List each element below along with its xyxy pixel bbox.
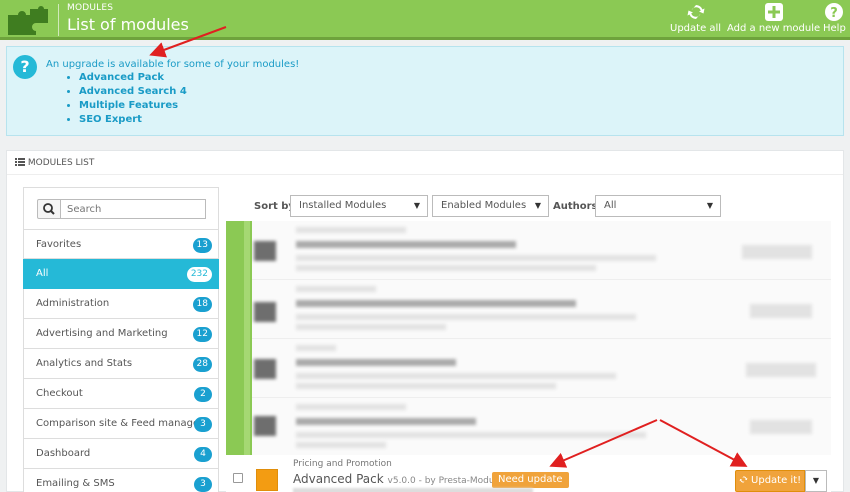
add-new-module-label: Add a new module [727,23,821,34]
upgrade-module-link[interactable]: Advanced Search 4 [79,85,187,99]
sort-by-label: Sort by [254,201,295,212]
category-label: Administration [36,298,110,309]
module-name: Advanced Pack v5.0.0 - by Presta-Module [293,472,503,486]
update-all-button[interactable]: Update all [670,2,721,34]
category-count-badge: 4 [194,447,212,462]
puzzle-icon [8,6,48,35]
category-label: Favorites [36,239,82,250]
update-all-label: Update all [670,23,722,34]
search-box [23,187,219,229]
module-row-obscured[interactable] [252,280,831,339]
authors-select[interactable]: All ▼ [595,195,721,217]
help-label: Help [823,23,846,34]
category-dashboard[interactable]: Dashboard 4 [23,439,219,469]
help-icon: ? [825,3,844,21]
sort-select[interactable]: Installed Modules ▼ [290,195,428,217]
module-row-advanced-pack: Pricing and Promotion Advanced Pack v5.0… [226,455,831,492]
module-row-obscured[interactable] [252,398,831,457]
modules-list-panel: MODULES LIST Favorites 13 All 232 Admini… [6,150,844,492]
page-header: MODULES List of modules Update all Add a… [0,0,850,40]
category-count-badge: 3 [194,477,212,492]
upgrade-module-link[interactable]: Advanced Pack [79,71,187,85]
category-administration[interactable]: Administration 18 [23,289,219,319]
enabled-indicator-bar [244,221,250,455]
upgrade-module-link[interactable]: SEO Expert [79,113,187,127]
category-analytics-stats[interactable]: Analytics and Stats 28 [23,349,219,379]
search-button[interactable] [37,199,61,219]
category-emailing-sms[interactable]: Emailing & SMS 3 [23,469,219,492]
category-count-badge: 13 [192,238,212,253]
category-count-badge: 12 [192,327,212,342]
update-it-label: Update it! [751,475,802,486]
plus-square-icon [764,3,783,21]
category-count-badge: 18 [192,297,212,312]
search-icon [43,203,55,215]
upgrade-module-link[interactable]: Multiple Features [79,99,187,113]
refresh-icon [739,476,748,483]
module-description-obscured [293,488,533,492]
authors-select-value: All [604,200,617,211]
need-update-badge: Need update [492,472,569,488]
category-label: Emailing & SMS [36,478,115,489]
category-count-badge: 28 [192,357,212,372]
category-count-badge: 2 [194,387,212,402]
category-favorites[interactable]: Favorites 13 [23,229,219,259]
page-title: List of modules [67,15,189,34]
category-label: Analytics and Stats [36,358,133,369]
caret-down-icon: ▼ [413,201,420,210]
category-checkout[interactable]: Checkout 2 [23,379,219,409]
add-new-module-button[interactable]: Add a new module [727,2,820,34]
status-select-value: Enabled Modules [441,200,527,211]
module-category: Pricing and Promotion [293,459,392,469]
category-label: Advertising and Marketing [36,328,168,339]
help-button[interactable]: ? Help [823,2,846,34]
update-it-button[interactable]: Update it! [735,470,805,492]
module-version: v5.0.0 - by Presta-Module [387,476,503,486]
panel-heading: MODULES LIST [7,151,843,175]
category-label: Dashboard [36,448,91,459]
module-row-obscured[interactable] [252,339,831,398]
caret-down-icon: ▼ [534,201,541,210]
upgrade-message: An upgrade is available for some of your… [46,59,300,70]
category-comparison-feed[interactable]: Comparison site & Feed manage... 3 [23,409,219,439]
module-checkbox[interactable] [233,473,243,483]
caret-down-icon: ▼ [706,201,713,210]
panel-title: MODULES LIST [15,158,94,168]
category-label: Comparison site & Feed manage... [36,418,209,429]
sort-select-value: Installed Modules [299,200,387,211]
upgrade-module-list: Advanced Pack Advanced Search 4 Multiple… [79,71,187,127]
svg-text:?: ? [831,6,839,21]
module-name-text: Advanced Pack [293,472,384,486]
category-label: All [36,268,49,279]
authors-label: Authors [553,201,598,212]
update-dropdown-toggle[interactable]: ▼ [805,470,827,492]
module-list: Pricing and Promotion Advanced Pack v5.0… [226,221,831,492]
panel-title-text: MODULES LIST [27,158,95,168]
category-label: Checkout [36,388,83,399]
refresh-icon [687,5,705,19]
header-divider [58,4,59,36]
module-row-obscured[interactable] [252,221,831,280]
status-select[interactable]: Enabled Modules ▼ [432,195,549,217]
question-circle-icon: ? [13,55,37,79]
search-input[interactable] [61,199,206,219]
category-count-badge: 232 [186,267,212,282]
category-all[interactable]: All 232 [23,259,219,289]
caret-down-icon: ▼ [812,476,820,485]
category-list: Favorites 13 All 232 Administration 18 A… [23,187,219,492]
category-advertising-marketing[interactable]: Advertising and Marketing 12 [23,319,219,349]
category-count-badge: 3 [194,417,212,432]
list-icon [15,158,25,166]
breadcrumb[interactable]: MODULES [67,3,113,13]
upgrade-alert: ? An upgrade is available for some of yo… [6,46,844,136]
advanced-pack-logo [256,469,278,491]
